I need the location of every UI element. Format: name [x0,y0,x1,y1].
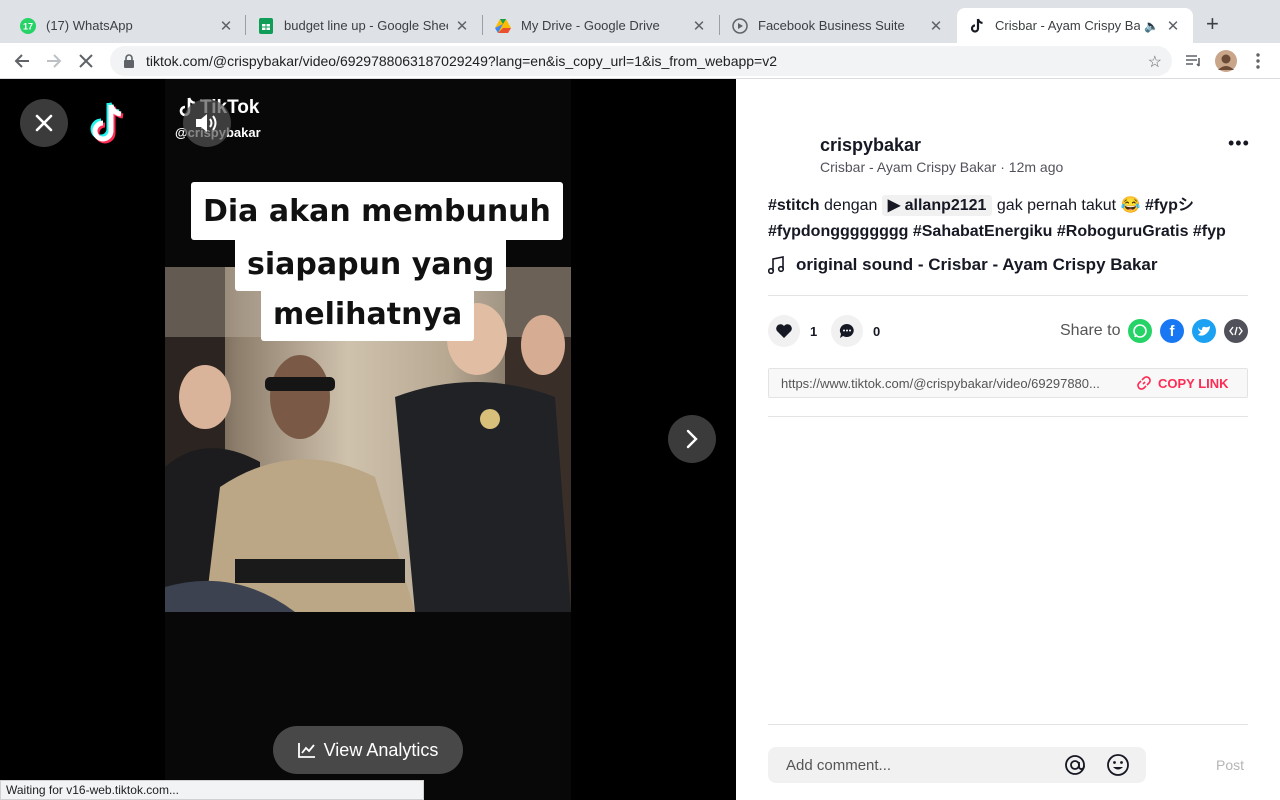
forward-arrow-icon[interactable] [42,49,66,73]
copy-link-label: COPY LINK [1158,375,1229,391]
comment-input[interactable]: Add comment... [768,747,1146,783]
caption-line-2: siapapun yang [235,237,507,291]
music-title: original sound - Crisbar - Ayam Crispy B… [796,255,1158,274]
tiktok-icon [969,18,985,34]
tab-title: Crisbar - Ayam Crispy Bakar [995,18,1141,33]
laughing-emoji: 😂 [1120,197,1141,214]
divider [768,416,1248,417]
comment-bubble-icon [831,315,863,347]
business-suite-icon [732,17,748,34]
share-twitter-icon[interactable] [1192,319,1216,343]
video-detail-panel: crispybakar Crisbar - Ayam Crispy Bakar … [736,79,1280,800]
tab-facebook-business-suite[interactable]: Facebook Business Suite ✕ [720,8,956,43]
sheets-icon [258,17,274,34]
share-facebook-icon[interactable]: f [1160,319,1184,343]
browser-status-bar: Waiting for v16-web.tiktok.com... [0,780,424,800]
comment-button[interactable]: 0 [831,315,880,347]
caption-line-1: Dia akan membunuh [191,182,563,240]
author-subtitle: Crisbar - Ayam Crispy Bakar · 12m ago [820,159,1064,175]
tab-title: budget line up - Google Sheets [284,18,448,33]
tab-google-sheets[interactable]: budget line up - Google Sheets ✕ [246,8,482,43]
copy-link-button[interactable]: COPY LINK [1137,376,1229,391]
link-icon [1137,376,1151,390]
hashtags-line[interactable]: #fypdongggggggg #SahabatEnergiku #Robogu… [768,223,1226,240]
speaker-volume-icon [196,114,217,132]
like-button[interactable]: 1 [768,315,817,347]
embed-code-icon[interactable] [1224,319,1248,343]
comment-count: 0 [873,323,881,339]
next-video-button[interactable] [668,415,716,463]
tab-title: (17) WhatsApp [46,18,133,33]
analytics-chart-icon [297,743,315,758]
comment-placeholder: Add comment... [786,756,892,774]
stop-loading-icon[interactable] [74,49,98,73]
heart-icon [768,315,800,347]
tab-title: My Drive - Google Drive [521,18,660,33]
tab-google-drive[interactable]: My Drive - Google Drive ✕ [483,8,719,43]
description-word: dengan [824,197,878,214]
drive-icon [495,18,511,34]
tab-title: Facebook Business Suite [758,18,905,33]
mention-at-icon[interactable] [1064,754,1086,776]
share-whatsapp-icon[interactable] [1128,319,1152,343]
emoji-icon[interactable] [1106,753,1130,777]
description-text: gak pernah takut [996,197,1117,214]
view-analytics-label: View Analytics [323,739,439,760]
video-link-text[interactable]: https://www.tiktok.com/@crispybakar/vide… [781,376,1123,391]
video-description: #stitch dengan ▶ allanp2121 gak pernah t… [768,193,1228,245]
profile-avatar[interactable] [1214,49,1238,73]
browser-tab-strip: 17 (17) WhatsApp ✕ budget line up - Goog… [0,0,1280,43]
whatsapp-badge: 17 [23,21,33,31]
music-note-icon [768,256,784,274]
tab-tiktok-active[interactable]: Crisbar - Ayam Crispy Bakar 🔈 ✕ [957,8,1193,43]
hashtag-stitch[interactable]: #stitch [768,197,820,214]
divider [768,724,1248,725]
speaker-icon[interactable]: 🔈 [1144,19,1159,33]
browser-toolbar: tiktok.com/@crispybakar/video/6929788063… [0,43,1280,79]
menu-kebab-icon[interactable] [1246,49,1270,73]
copy-link-box: https://www.tiktok.com/@crispybakar/vide… [768,368,1248,398]
bookmark-star-icon[interactable]: ☆ [1148,52,1162,72]
mention-username: allanp2121 [904,197,987,214]
lock-icon [124,54,134,68]
close-video-button[interactable] [20,99,68,147]
like-count: 1 [810,323,818,339]
tab-close-icon[interactable]: ✕ [1165,17,1181,35]
url-text: tiktok.com/@crispybakar/video/6929788063… [146,53,778,69]
chevron-right-icon [686,429,698,449]
post-comment-button[interactable]: Post [1216,757,1244,773]
music-row[interactable]: original sound - Crisbar - Ayam Crispy B… [768,255,1158,275]
close-icon [35,114,53,132]
view-analytics-button[interactable]: View Analytics [273,726,463,774]
divider [768,295,1248,296]
play-icon: ▶ [887,197,905,214]
mute-toggle-button[interactable] [183,99,231,147]
hashtag-fyp[interactable]: #fypシ [1145,197,1194,214]
share-to-label: Share to [1060,322,1121,339]
tab-close-icon[interactable]: ✕ [218,17,234,35]
tiktok-logo-icon[interactable] [89,101,127,145]
tab-close-icon[interactable]: ✕ [928,17,944,35]
tab-close-icon[interactable]: ✕ [454,17,470,35]
tab-close-icon[interactable]: ✕ [691,17,707,35]
back-arrow-icon[interactable] [10,49,34,73]
new-tab-button[interactable]: + [1206,13,1219,35]
more-options-icon[interactable]: ••• [1228,133,1250,154]
reading-list-icon[interactable] [1182,49,1206,73]
tab-whatsapp[interactable]: 17 (17) WhatsApp ✕ [8,8,246,43]
whatsapp-icon: 17 [20,17,36,34]
caption-line-3: melihatnya [261,287,475,341]
mention-link[interactable]: ▶ allanp2121 [881,195,993,216]
address-bar[interactable]: tiktok.com/@crispybakar/video/6929788063… [110,46,1172,76]
author-username[interactable]: crispybakar [820,135,921,156]
video-player[interactable]: TikTok @crispybakar Dia akan membunuh si… [0,79,736,800]
